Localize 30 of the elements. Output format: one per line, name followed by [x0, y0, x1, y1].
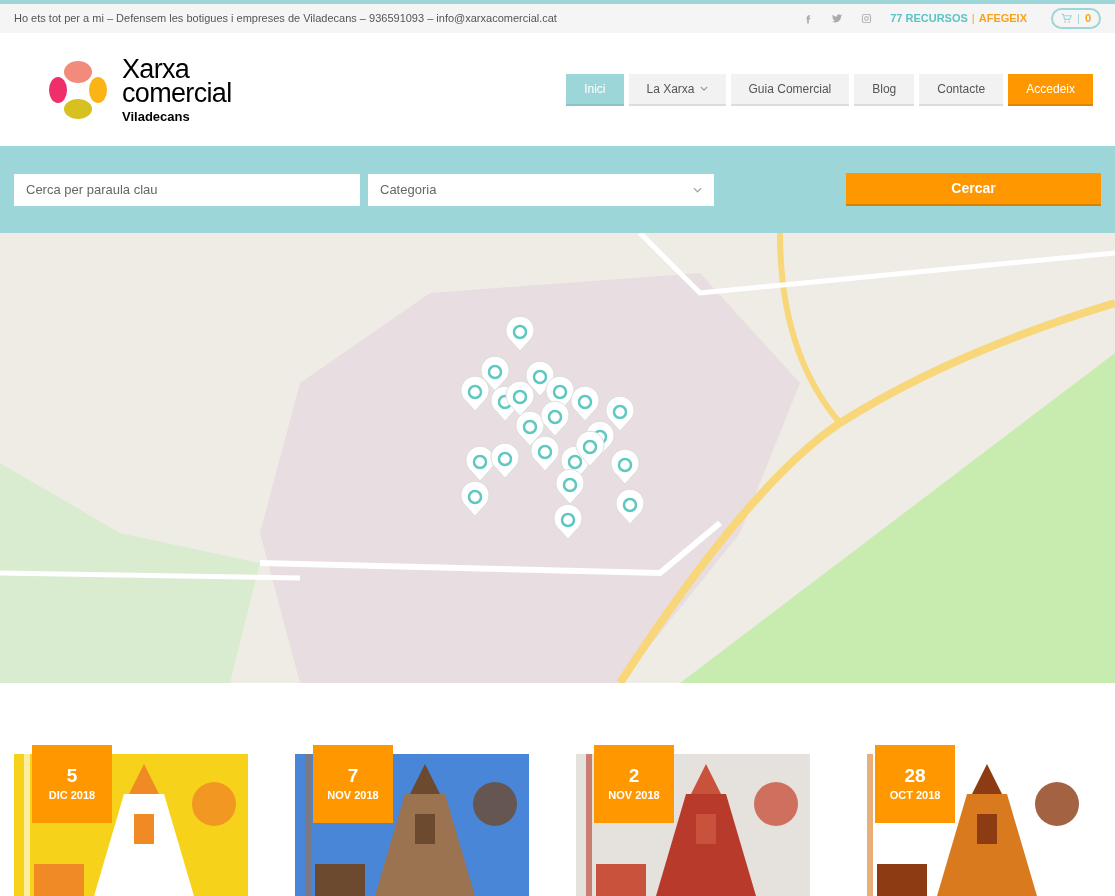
- search-field[interactable]: Cerca per paraula clau: [14, 173, 360, 206]
- link-separator: |: [971, 11, 975, 27]
- date-day: 5: [66, 764, 78, 787]
- logo-title: comercial: [122, 80, 232, 105]
- date-day: 2: [628, 764, 640, 787]
- nav-item[interactable]: Guia Comercial: [730, 73, 850, 106]
- resources-link[interactable]: 77 RECURSOS: [890, 10, 968, 27]
- date-day: 7: [347, 764, 359, 787]
- logo-subtitle: Viladecans: [122, 109, 191, 123]
- date-month: OCT 2018: [889, 787, 941, 803]
- twitter-icon[interactable]: [831, 13, 844, 24]
- logo-title: Xarxa: [122, 56, 190, 81]
- search-button[interactable]: Cercar: [846, 173, 1101, 206]
- cart-button[interactable]: | 0: [1051, 8, 1101, 29]
- tagline: Ho ets tot per a mi – Defensem les botigues i empreses de Viladecans – 936591093 – info@xarxacomercial.cat: [14, 11, 557, 27]
- logo-icon: [48, 59, 108, 120]
- chevron-down-icon: [693, 186, 702, 193]
- nav-item[interactable]: Contacte: [919, 73, 1004, 106]
- nav-item[interactable]: Inici: [566, 73, 624, 106]
- add-link[interactable]: AFEGEIX: [978, 10, 1027, 27]
- instagram-icon[interactable]: [861, 13, 873, 24]
- category-select[interactable]: Categoria: [368, 173, 714, 206]
- nav-item[interactable]: Accedeix: [1008, 73, 1093, 106]
- cart-icon: [1061, 13, 1072, 24]
- date-month: DIC 2018: [48, 787, 96, 803]
- nav-item[interactable]: La Xarxa: [628, 73, 726, 106]
- nav-item[interactable]: Blog: [854, 73, 915, 106]
- date-day: 28: [904, 764, 926, 787]
- date-month: NOV 2018: [608, 787, 660, 803]
- date-month: NOV 2018: [327, 787, 379, 803]
